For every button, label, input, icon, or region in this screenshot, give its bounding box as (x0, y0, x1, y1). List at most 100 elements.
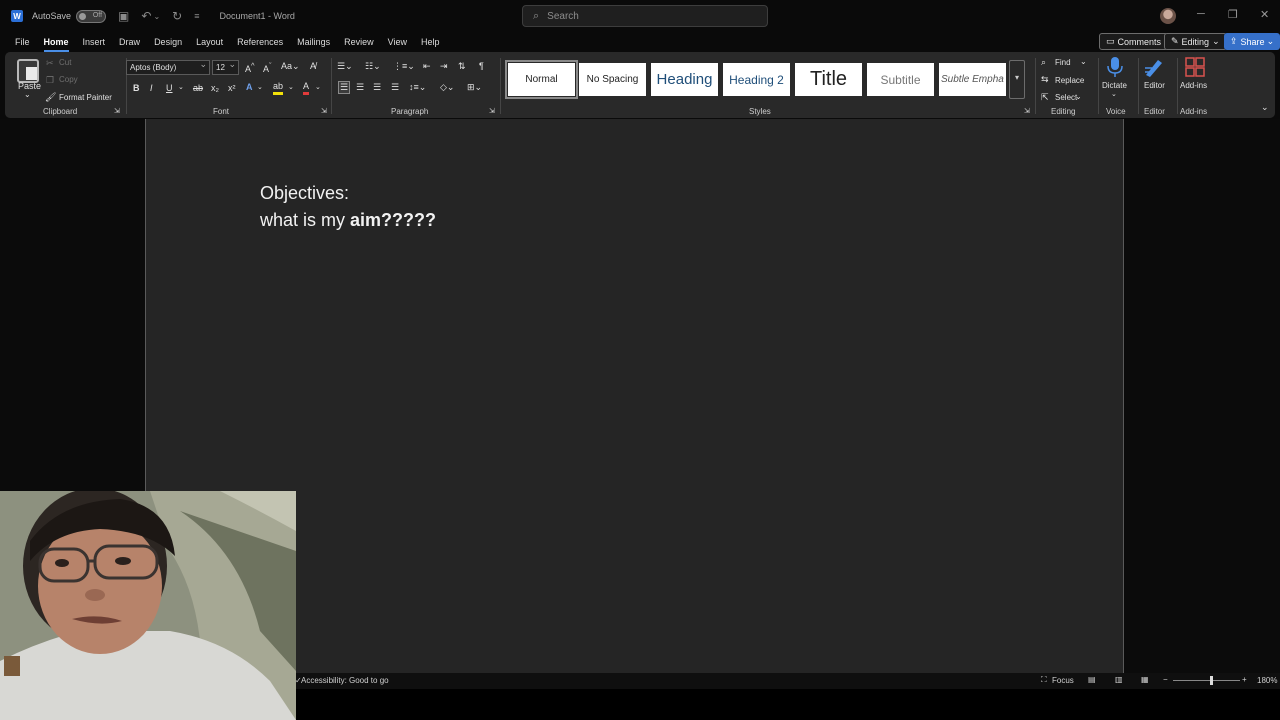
minimize-icon[interactable]: ─ (1197, 8, 1205, 20)
font-family-select[interactable]: Aptos (Body) (126, 58, 210, 75)
zoom-out-icon[interactable]: − (1163, 675, 1168, 684)
undo-icon[interactable]: ↶ (141, 9, 151, 23)
styles-more-icon[interactable]: ▾ (1009, 60, 1025, 99)
clipboard-launcher-icon[interactable]: ⇲ (114, 107, 120, 115)
focus-icon[interactable]: ⛶ (1041, 675, 1047, 685)
editor-icon[interactable] (1143, 56, 1165, 78)
comments-button[interactable]: ▭ Comments (1099, 33, 1169, 50)
borders-icon[interactable]: ⊞⌄ (467, 82, 482, 93)
clear-formatting-icon[interactable]: A̸ (310, 61, 316, 71)
select-button[interactable]: Select (1055, 93, 1077, 102)
editor-button[interactable]: Editor (1144, 81, 1165, 90)
tab-layout[interactable]: Layout (189, 32, 230, 52)
zoom-slider-thumb[interactable] (1210, 676, 1213, 685)
change-case-icon[interactable]: Aa⌄ (281, 61, 300, 72)
style-subtle-emphasis[interactable]: Subtle Empha (939, 63, 1006, 96)
accessibility-status[interactable]: Accessibility: Good to go (301, 676, 389, 685)
find-dropdown-icon[interactable]: ⌄ (1080, 57, 1087, 66)
zoom-slider-track[interactable] (1173, 680, 1240, 681)
styles-launcher-icon[interactable]: ⇲ (1024, 107, 1030, 115)
sort-icon[interactable]: ⇅ (458, 61, 466, 72)
customize-qat-icon[interactable]: ≡ (194, 11, 199, 21)
undo-dropdown-icon[interactable]: ⌄ (153, 12, 160, 21)
print-layout-icon[interactable]: ▥ (1115, 675, 1123, 684)
copy-icon[interactable]: ❐ (46, 75, 54, 86)
underline-icon[interactable]: U (166, 83, 173, 93)
align-right-icon[interactable]: ☰ (373, 82, 381, 93)
find-button[interactable]: Find (1055, 58, 1071, 67)
editing-mode-button[interactable]: ✎ Editing ⌄ (1164, 33, 1227, 50)
multilevel-list-icon[interactable]: ⋮≡⌄ (393, 61, 415, 72)
dictate-button[interactable]: Dictate (1102, 81, 1127, 90)
underline-dropdown-icon[interactable]: ⌄ (178, 83, 184, 91)
read-mode-icon[interactable]: ▤ (1088, 675, 1096, 684)
zoom-level[interactable]: 180% (1257, 676, 1277, 685)
text-effects-icon[interactable]: A (246, 82, 253, 92)
justify-icon[interactable]: ☰ (391, 82, 399, 93)
tab-help[interactable]: Help (414, 32, 447, 52)
tab-design[interactable]: Design (147, 32, 189, 52)
replace-icon[interactable]: ⇆ (1041, 74, 1049, 85)
text-effects-dropdown-icon[interactable]: ⌄ (257, 83, 263, 91)
shading-icon[interactable]: ◇⌄ (440, 82, 454, 93)
tab-references[interactable]: References (230, 32, 290, 52)
superscript-icon[interactable]: x² (228, 83, 236, 93)
doc-line-aim[interactable]: what is my aim????? (260, 210, 436, 231)
account-avatar[interactable] (1160, 8, 1176, 24)
tab-view[interactable]: View (381, 32, 414, 52)
tab-draw[interactable]: Draw (112, 32, 147, 52)
paste-icon[interactable] (17, 59, 39, 83)
style-heading[interactable]: Heading (651, 63, 718, 96)
search-box[interactable]: ⌕ Search (522, 5, 768, 27)
highlight-dropdown-icon[interactable]: ⌄ (288, 83, 294, 91)
italic-icon[interactable]: I (150, 83, 153, 93)
focus-button[interactable]: Focus (1052, 676, 1074, 685)
redo-icon[interactable]: ↻ (172, 9, 182, 23)
add-ins-button[interactable]: Add-ins (1180, 81, 1207, 90)
align-left-icon[interactable]: ☰ (338, 81, 351, 94)
font-launcher-icon[interactable]: ⇲ (321, 107, 327, 115)
tab-file[interactable]: File (8, 32, 37, 52)
copy-button[interactable]: Copy (59, 75, 78, 84)
show-formatting-icon[interactable]: ¶ (479, 61, 484, 71)
find-icon[interactable]: ⌕ (1041, 57, 1046, 68)
share-button[interactable]: ⇪ Share ⌄ (1224, 33, 1280, 50)
shrink-font-icon[interactable]: Aˇ (263, 61, 272, 74)
highlight-icon[interactable]: ab (273, 81, 284, 95)
style-subtitle[interactable]: Subtitle (867, 63, 934, 96)
increase-indent-icon[interactable]: ⇥ (440, 61, 448, 72)
font-color-dropdown-icon[interactable]: ⌄ (315, 83, 321, 91)
save-icon[interactable]: ▣ (118, 9, 129, 23)
style-normal[interactable]: Normal (505, 60, 578, 99)
doc-line-objectives[interactable]: Objectives: (260, 183, 349, 204)
replace-button[interactable]: Replace (1055, 76, 1084, 85)
cut-button[interactable]: Cut (59, 58, 71, 67)
select-icon[interactable]: ⇱ (1041, 92, 1049, 103)
paste-dropdown-icon[interactable]: ⌄ (24, 90, 31, 99)
dictate-dropdown-icon[interactable]: ⌄ (1111, 90, 1117, 98)
tab-mailings[interactable]: Mailings (290, 32, 337, 52)
add-ins-icon[interactable] (1184, 56, 1206, 78)
tab-home[interactable]: Home (37, 32, 76, 52)
tab-insert[interactable]: Insert (76, 32, 113, 52)
select-dropdown-icon[interactable]: ⌄ (1075, 92, 1082, 101)
line-spacing-icon[interactable]: ↕≡⌄ (409, 82, 426, 93)
collapse-ribbon-icon[interactable]: ⌄ (1261, 102, 1269, 113)
strikethrough-icon[interactable]: ab (193, 83, 203, 93)
close-icon[interactable]: ✕ (1260, 8, 1269, 21)
format-painter-button[interactable]: Format Painter (59, 93, 112, 102)
web-layout-icon[interactable]: ▦ (1141, 675, 1149, 684)
autosave-toggle[interactable]: Off (76, 9, 107, 23)
grow-font-icon[interactable]: A^ (245, 61, 255, 74)
numbering-icon[interactable]: ☷⌄ (365, 61, 381, 72)
cut-icon[interactable]: ✂ (46, 58, 54, 69)
decrease-indent-icon[interactable]: ⇤ (423, 61, 431, 72)
style-title[interactable]: Title (795, 63, 862, 96)
subscript-icon[interactable]: x₂ (211, 83, 219, 93)
microphone-icon[interactable] (1104, 56, 1126, 78)
align-center-icon[interactable]: ☰ (356, 82, 364, 93)
restore-icon[interactable]: ❐ (1228, 8, 1238, 21)
style-heading-2[interactable]: Heading 2 (723, 63, 790, 96)
paragraph-launcher-icon[interactable]: ⇲ (489, 107, 495, 115)
font-color-icon[interactable]: A (303, 81, 310, 95)
